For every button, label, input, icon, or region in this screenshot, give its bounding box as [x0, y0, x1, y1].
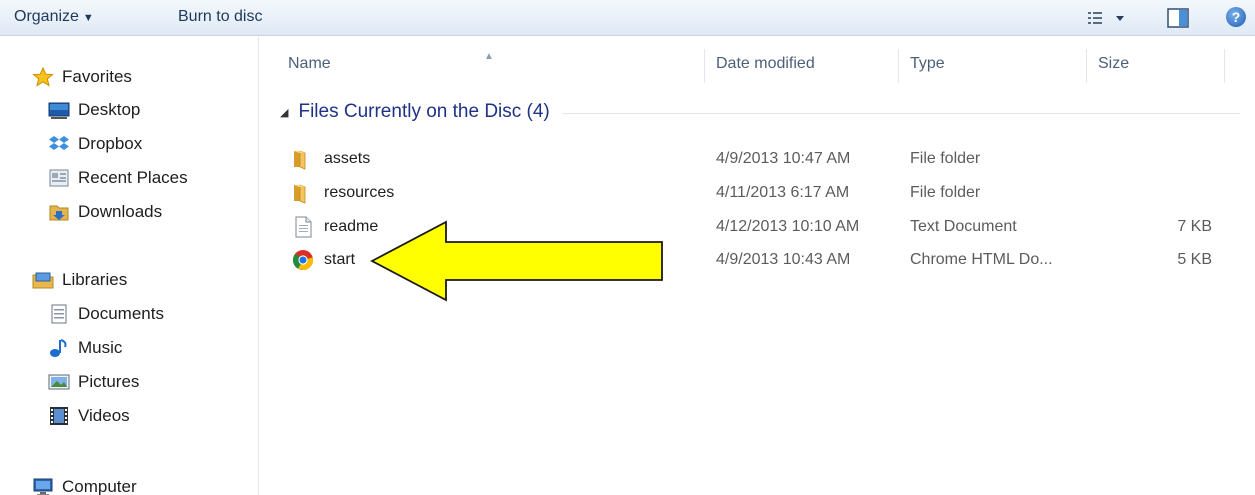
recent-places-icon [48, 168, 70, 188]
nav-item-label: Recent Places [78, 168, 188, 187]
desktop-icon [48, 100, 70, 120]
column-divider[interactable] [704, 49, 705, 83]
nav-item-downloads[interactable]: Downloads [48, 198, 162, 226]
libraries-icon [32, 270, 54, 290]
favorites-star-icon [32, 66, 54, 87]
nav-item-documents[interactable]: Documents [48, 300, 164, 328]
nav-computer[interactable]: Computer [32, 473, 137, 495]
nav-item-label: Desktop [78, 100, 141, 119]
downloads-icon [48, 202, 70, 222]
group-divider [561, 112, 1240, 114]
file-date-modified: 4/9/2013 10:47 AM [716, 150, 851, 167]
column-divider[interactable] [1224, 49, 1225, 83]
collapse-triangle-icon[interactable]: ◢ [280, 106, 288, 119]
nav-item-recent-places[interactable]: Recent Places [48, 164, 188, 192]
column-header-date-modified[interactable]: Date modified [716, 55, 815, 73]
file-size: 7 KB [1177, 218, 1212, 235]
nav-item-desktop[interactable]: Desktop [48, 96, 140, 124]
file-type: Chrome HTML Do... [910, 251, 1053, 268]
nav-libraries[interactable]: Libraries [32, 266, 127, 294]
group-title: Files Currently on the Disc (4) [298, 101, 550, 122]
file-row-assets[interactable]: assets 4/9/2013 10:47 AM File folder [288, 144, 1228, 174]
preview-pane-button[interactable] [1167, 8, 1189, 28]
nav-item-label: Dropbox [78, 134, 143, 153]
nav-item-pictures[interactable]: Pictures [48, 368, 139, 396]
text-document-icon [292, 216, 314, 238]
change-view-button[interactable] [1086, 9, 1130, 27]
file-row-resources[interactable]: resources 4/11/2013 6:17 AM File folder [288, 178, 1228, 208]
preview-pane-icon [1167, 8, 1189, 28]
folder-icon [292, 148, 314, 170]
annotation-arrow [370, 220, 663, 302]
column-header-size[interactable]: Size [1098, 55, 1129, 73]
organize-label: Organize [14, 8, 79, 25]
group-header[interactable]: ◢ Files Currently on the Disc (4) [280, 101, 1240, 123]
column-divider[interactable] [898, 49, 899, 83]
file-type: File folder [910, 184, 981, 201]
file-date-modified: 4/12/2013 10:10 AM [716, 218, 860, 235]
file-name: assets [324, 150, 371, 167]
column-divider[interactable] [1086, 49, 1087, 83]
nav-libraries-label: Libraries [62, 270, 128, 289]
help-icon[interactable]: ? [1226, 7, 1246, 27]
file-type: File folder [910, 150, 981, 167]
column-header-name[interactable]: Name [288, 55, 331, 73]
nav-computer-label: Computer [62, 477, 137, 495]
nav-item-videos[interactable]: Videos [48, 402, 130, 430]
nav-item-label: Pictures [78, 372, 140, 391]
folder-icon [292, 182, 314, 204]
view-options-icon [1088, 12, 1124, 24]
nav-item-label: Videos [78, 406, 130, 425]
nav-item-music[interactable]: Music [48, 334, 122, 362]
column-header-type[interactable]: Type [910, 55, 945, 73]
nav-item-label: Music [78, 338, 123, 357]
file-type: Text Document [910, 218, 1017, 235]
file-date-modified: 4/9/2013 10:43 AM [716, 251, 851, 268]
dropbox-icon [48, 134, 70, 154]
sort-ascending-icon: ▲ [484, 51, 494, 62]
command-bar: Organize ▼ Burn to disc ? [0, 0, 1255, 36]
videos-icon [48, 406, 70, 426]
file-name: resources [324, 184, 395, 201]
nav-item-dropbox[interactable]: Dropbox [48, 130, 142, 158]
nav-item-label: Downloads [78, 202, 163, 221]
nav-item-label: Documents [78, 304, 164, 323]
file-date-modified: 4/11/2013 6:17 AM [716, 184, 850, 201]
chevron-down-icon: ▼ [82, 12, 94, 24]
file-name: start [324, 251, 356, 268]
burn-to-disc-button[interactable]: Burn to disc [178, 8, 262, 26]
pictures-icon [48, 372, 70, 392]
chrome-icon [292, 249, 314, 271]
organize-button[interactable]: Organize ▼ [14, 8, 94, 26]
navigation-pane: Favorites Desktop Dropbox Recent Places … [0, 37, 259, 495]
music-icon [48, 338, 70, 358]
file-size: 5 KB [1177, 251, 1212, 268]
documents-icon [48, 304, 70, 324]
nav-favorites[interactable]: Favorites [32, 63, 132, 91]
nav-favorites-label: Favorites [62, 67, 132, 86]
computer-icon [32, 477, 54, 495]
